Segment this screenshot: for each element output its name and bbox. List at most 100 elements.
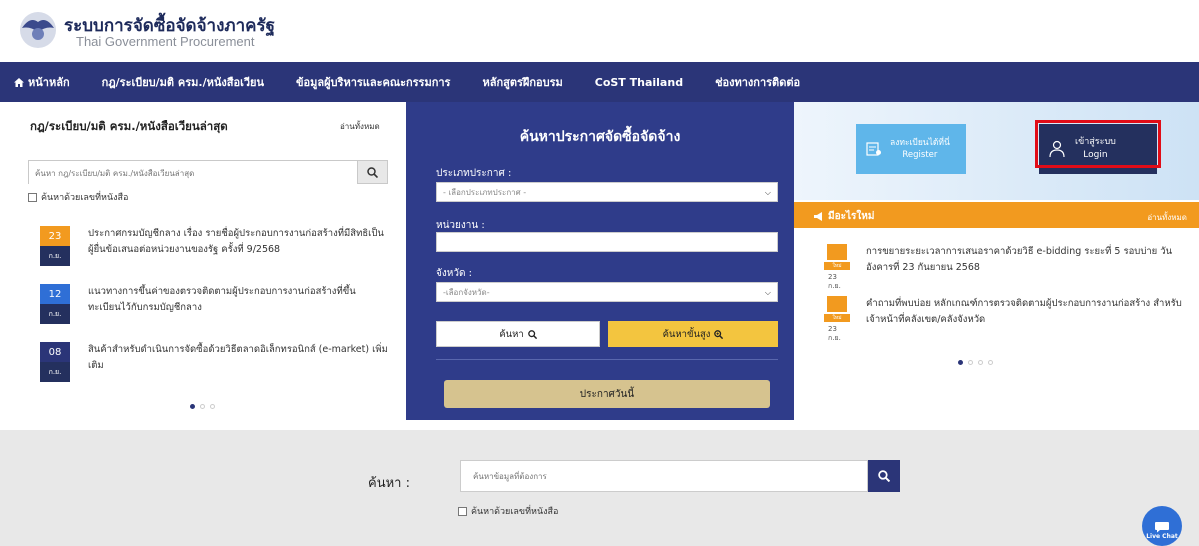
today-announcements-button[interactable]: ประกาศวันนี้	[444, 380, 770, 408]
nav-executives-label: ข้อมูลผู้บริหารและคณะกรรมการ	[295, 76, 451, 89]
regulations-search-box	[28, 160, 388, 185]
nav-contact-label: ช่องทางการติดต่อ	[715, 76, 801, 89]
regulations-search-input[interactable]	[29, 162, 357, 185]
nav-regulations-label: กฎ/ระเบียบ/มติ ครม./หนังสือเวียน	[101, 76, 264, 89]
news-item[interactable]: 23 ก.ย. ประกาศกรมบัญชีกลาง เรื่อง รายชื่…	[40, 226, 396, 274]
global-search-box	[460, 460, 868, 492]
site-header: ระบบการจัดซื้อจัดจ้างภาครัฐ Thai Governm…	[0, 0, 1199, 62]
checkbox[interactable]	[458, 506, 467, 516]
nav-home-label: หน้าหลัก	[28, 76, 70, 89]
carousel-dot[interactable]	[988, 360, 993, 365]
update-text[interactable]: คำถามที่พบบ่อย หลักเกณฑ์การตรวจติดตามผู้…	[866, 296, 1191, 328]
news-date: 08 ก.ย.	[40, 342, 70, 382]
main-nav: หน้าหลัก กฎ/ระเบียบ/มติ ครม./หนังสือเวีย…	[0, 62, 1199, 102]
news-month: ก.ย.	[40, 246, 70, 266]
nav-regulations[interactable]: กฎ/ระเบียบ/มติ ครม./หนังสือเวียน	[102, 73, 264, 91]
regulations-search-button[interactable]	[357, 161, 387, 183]
province-select[interactable]: -เลือกจังหวัด- ⌵	[436, 282, 778, 302]
news-text[interactable]: ประกาศกรมบัญชีกลาง เรื่อง รายชื่อผู้ประก…	[88, 226, 388, 258]
login-highlight-box	[1035, 120, 1161, 168]
live-chat-label: Live Chat	[1146, 533, 1178, 540]
announcement-type-label: ประเภทประกาศ :	[436, 168, 512, 179]
update-icon: ใหม่ 23 ก.ย.	[824, 296, 850, 344]
announcement-type-value: - เลือกประเภทประกาศ -	[443, 187, 527, 197]
update-date: 23 ก.ย.	[828, 273, 841, 290]
carousel-dot[interactable]	[978, 360, 983, 365]
global-search-input[interactable]	[461, 461, 861, 491]
procurement-search-title: ค้นหาประกาศจัดซื้อจัดจ้าง	[519, 129, 681, 145]
nav-cost-thailand[interactable]: CoST Thailand	[595, 76, 683, 89]
procurement-search-panel: ค้นหาประกาศจัดซื้อจัดจ้าง ประเภทประกาศ :…	[406, 102, 794, 420]
news-date: 23 ก.ย.	[40, 226, 70, 266]
news-date: 12 ก.ย.	[40, 284, 70, 324]
global-number-checkbox[interactable]: ค้นหาด้วยเลขที่หนังสือ	[458, 504, 558, 518]
advanced-search-button[interactable]: ค้นหาขั้นสูง	[608, 321, 778, 347]
carousel-dot[interactable]	[210, 404, 215, 409]
global-checkbox-label: ค้นหาด้วยเลขที่หนังสือ	[471, 507, 559, 517]
news-day: 23	[40, 226, 70, 246]
global-search-section: ค้นหา : ค้นหาด้วยเลขที่หนังสือ	[0, 430, 1199, 546]
regulations-panel: กฎ/ระเบียบ/มติ ครม./หนังสือเวียนล่าสุด อ…	[0, 102, 406, 420]
new-badge: ใหม่	[824, 262, 850, 270]
nav-cost-label: CoST Thailand	[594, 75, 684, 89]
advanced-search-label: ค้นหาขั้นสูง	[662, 328, 711, 340]
regulations-view-all-link[interactable]: อ่านทั้งหมด	[340, 120, 380, 133]
news-item[interactable]: 12 ก.ย. แนวทางการขึ้นค่าของตรวจติดตามผู้…	[40, 284, 396, 332]
province-label: จังหวัด :	[436, 268, 472, 279]
live-chat-button[interactable]: Live Chat	[1142, 506, 1182, 546]
carousel-dot[interactable]	[958, 360, 963, 365]
document-icon	[827, 296, 847, 312]
agency-input[interactable]	[436, 232, 778, 252]
carousel-dot[interactable]	[200, 404, 205, 409]
global-search-label: ค้นหา :	[368, 476, 410, 491]
search-button-label: ค้นหา	[499, 328, 524, 340]
nav-contact[interactable]: ช่องทางการติดต่อ	[715, 73, 800, 91]
update-icon: ใหม่ 23 ก.ย.	[824, 244, 850, 292]
updates-view-all-link[interactable]: อ่านทั้งหมด	[1147, 211, 1187, 224]
regulations-carousel-dots	[190, 404, 215, 409]
register-label-th: ลงทะเบียนได้ที่นี่	[890, 138, 950, 148]
register-button[interactable]: ลงทะเบียนได้ที่นี่ Register	[856, 124, 966, 174]
search-plus-icon	[714, 329, 724, 339]
new-badge: ใหม่	[824, 314, 850, 322]
news-month: ก.ย.	[40, 362, 70, 382]
search-icon	[878, 470, 890, 482]
chevron-down-icon: ⌵	[764, 188, 771, 197]
page: ระบบการจัดซื้อจัดจ้างภาครัฐ Thai Governm…	[0, 0, 1199, 546]
search-button[interactable]: ค้นหา	[436, 321, 600, 347]
news-text[interactable]: แนวทางการขึ้นค่าของตรวจติดตามผู้ประกอบกา…	[88, 284, 388, 316]
regulations-number-checkbox[interactable]: ค้นหาด้วยเลขที่หนังสือ	[28, 190, 128, 204]
nav-home[interactable]: หน้าหลัก	[14, 73, 70, 91]
news-item[interactable]: 08 ก.ย. สินค้าสำหรับดำเนินการจัดซื้อด้วย…	[40, 342, 396, 390]
updates-title: มีอะไรใหม่	[814, 209, 874, 224]
checkbox[interactable]	[28, 192, 37, 202]
global-search-button[interactable]	[868, 460, 900, 492]
right-panel: ลงทะเบียนได้ที่นี่ Register เข้าสู่ระบบ …	[794, 102, 1199, 420]
regulations-checkbox-label: ค้นหาด้วยเลขที่หนังสือ	[41, 193, 129, 203]
site-subtitle: Thai Government Procurement	[76, 34, 255, 49]
update-text[interactable]: การขยายระยะเวลาการเสนอราคาด้วยวิธี e-bid…	[866, 244, 1191, 276]
announcement-type-select[interactable]: - เลือกประเภทประกาศ - ⌵	[436, 182, 778, 202]
nav-executives[interactable]: ข้อมูลผู้บริหารและคณะกรรมการ	[296, 73, 450, 91]
search-icon	[367, 166, 378, 178]
home-icon	[14, 77, 24, 87]
garuda-logo-icon	[14, 8, 62, 52]
news-day: 08	[40, 342, 70, 362]
search-icon	[527, 329, 537, 339]
update-date: 23 ก.ย.	[828, 325, 841, 342]
province-value: -เลือกจังหวัด-	[443, 287, 490, 297]
updates-carousel-dots	[958, 360, 993, 365]
document-icon	[827, 244, 847, 260]
news-day: 12	[40, 284, 70, 304]
carousel-dot[interactable]	[968, 360, 973, 365]
register-label-en: Register	[902, 150, 938, 160]
chevron-down-icon: ⌵	[764, 288, 771, 297]
nav-training-label: หลักสูตรฝึกอบรม	[482, 76, 563, 89]
updates-title-text: มีอะไรใหม่	[828, 211, 875, 222]
carousel-dot[interactable]	[190, 404, 195, 409]
nav-training[interactable]: หลักสูตรฝึกอบรม	[482, 73, 562, 91]
news-month: ก.ย.	[40, 304, 70, 324]
divider	[436, 359, 778, 360]
news-text[interactable]: สินค้าสำหรับดำเนินการจัดซื้อด้วยวิธีตลาด…	[88, 342, 388, 374]
register-icon	[866, 142, 881, 156]
